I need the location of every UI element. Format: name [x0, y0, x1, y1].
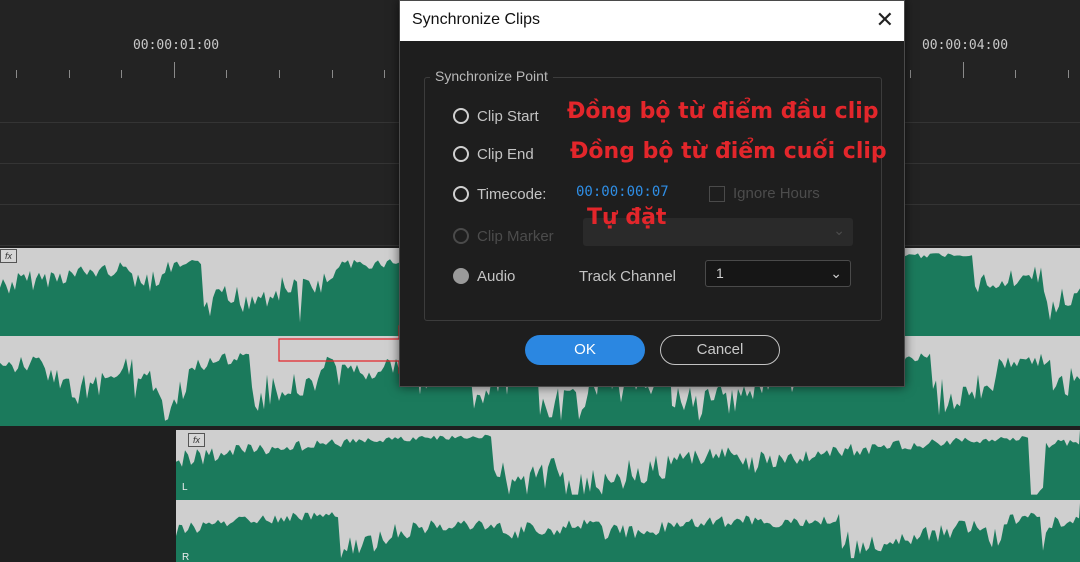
timecode-input[interactable]: 00:00:00:07 [576, 184, 669, 200]
chevron-down-icon: ⌄ [830, 265, 842, 281]
radio-audio[interactable] [453, 268, 469, 284]
ok-button[interactable]: OK [525, 335, 645, 365]
radio-timecode[interactable] [453, 186, 469, 202]
option-label-clip-end: Clip End [477, 146, 534, 163]
dialog-titlebar[interactable]: Synchronize Clips ✕ [400, 1, 904, 41]
chevron-down-icon: ⌄ [833, 222, 845, 238]
radio-clip-start[interactable] [453, 108, 469, 124]
annotation-clip-start: Đồng bộ từ điểm đầu clip [567, 99, 879, 124]
dialog-title: Synchronize Clips [412, 11, 541, 28]
track-channel-dropdown[interactable]: 1 ⌄ [705, 260, 851, 287]
track-channel-label: Track Channel [579, 268, 676, 285]
cancel-button[interactable]: Cancel [660, 335, 780, 365]
ignore-hours-label: Ignore Hours [733, 185, 820, 202]
annotation-clip-end: Đồng bộ từ điểm cuối clip [570, 139, 887, 164]
option-label-audio: Audio [477, 268, 516, 285]
group-label: Synchronize Point [430, 68, 553, 84]
synchronize-clips-dialog: Synchronize Clips ✕ Synchronize Point Cl… [399, 0, 905, 387]
track-channel-value: 1 [716, 265, 724, 281]
option-label-clip-start: Clip Start [477, 108, 539, 125]
close-icon[interactable]: ✕ [876, 7, 894, 33]
annotation-timecode: Tự đặt [587, 205, 667, 230]
radio-clip-marker[interactable] [453, 228, 469, 244]
radio-clip-end[interactable] [453, 146, 469, 162]
option-label-clip-marker: Clip Marker [477, 228, 554, 245]
option-label-timecode: Timecode: [477, 186, 547, 203]
ignore-hours-checkbox[interactable] [709, 186, 725, 202]
